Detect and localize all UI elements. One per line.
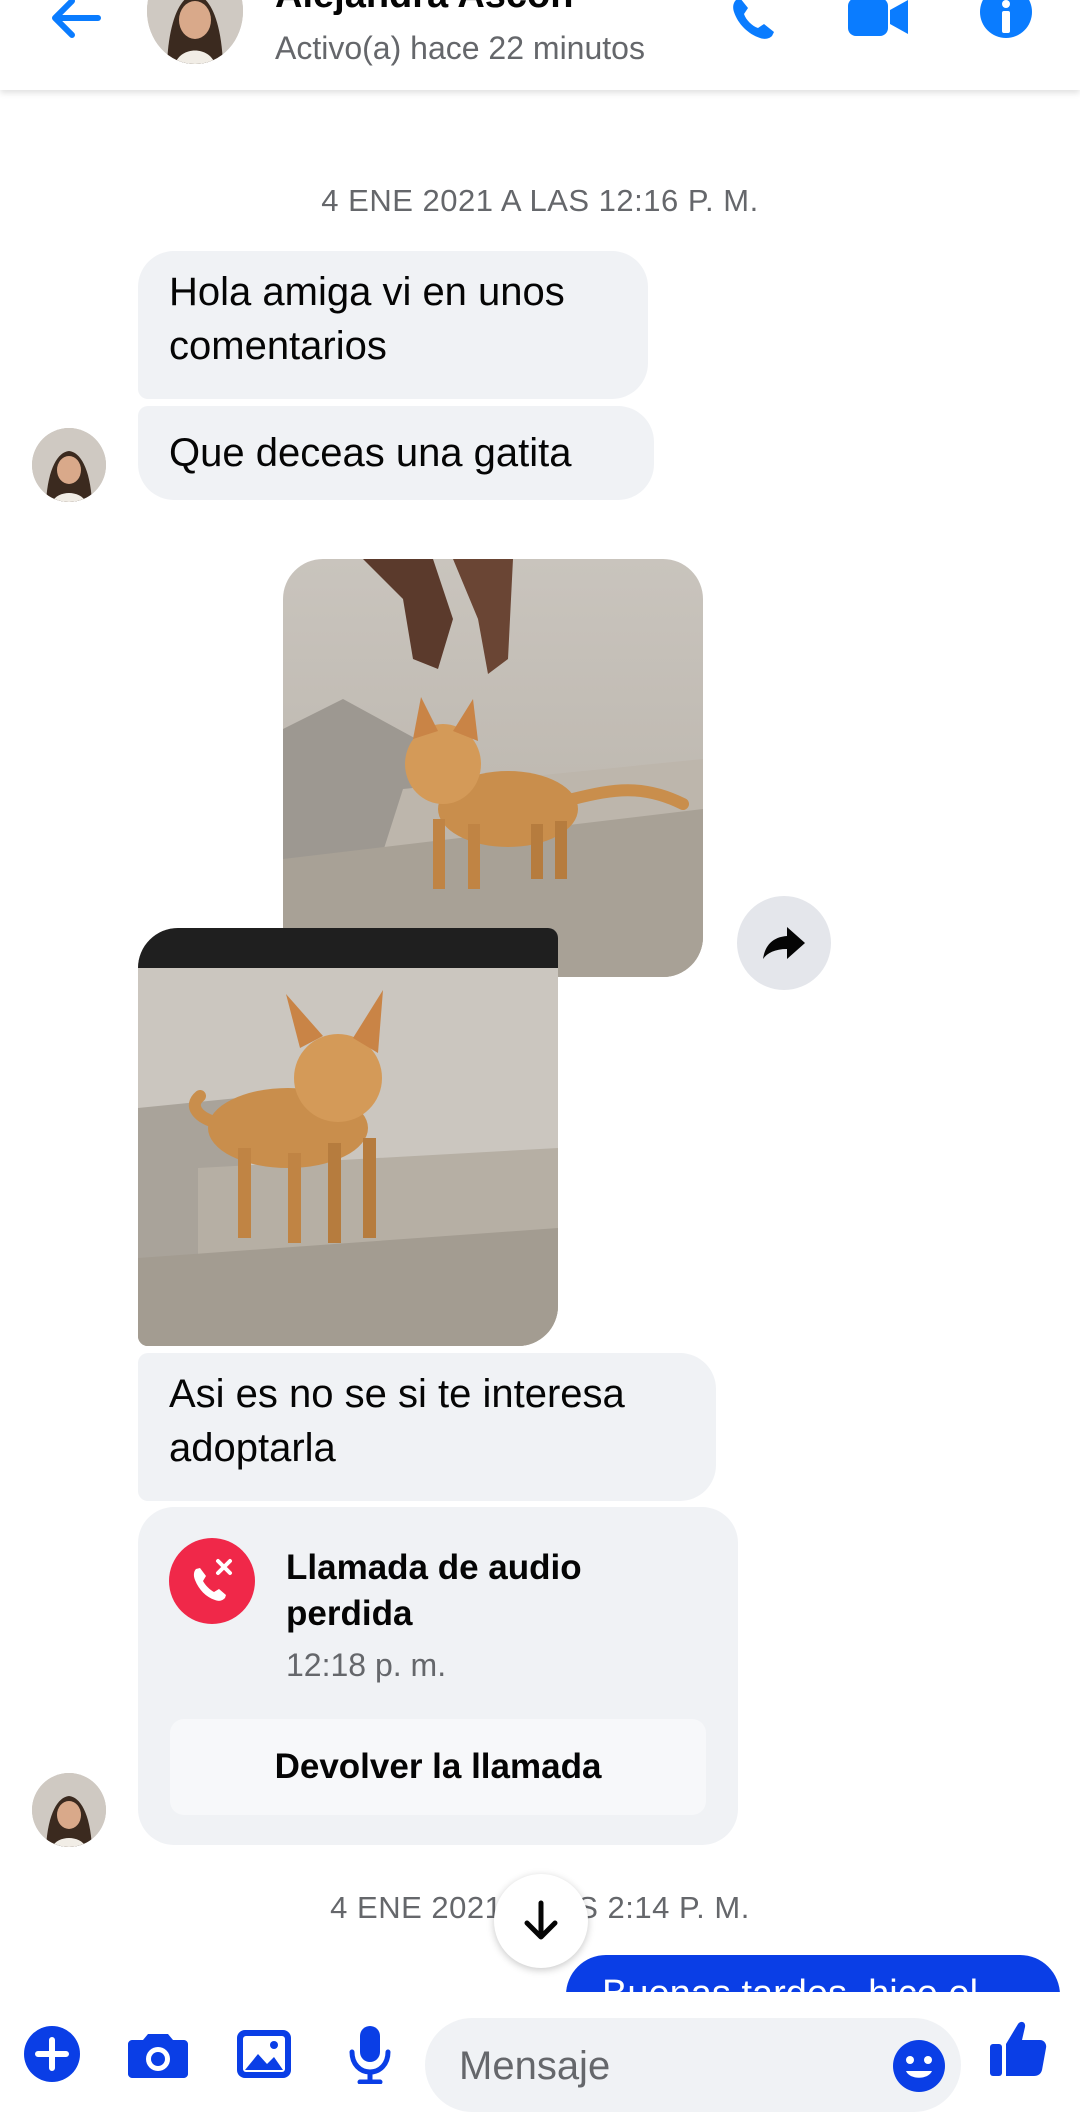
more-actions-button[interactable] xyxy=(20,2022,84,2086)
back-button[interactable] xyxy=(42,0,112,52)
missed-call-icon xyxy=(169,1538,255,1624)
incoming-message[interactable]: Hola amiga vi en unos comentarios xyxy=(138,251,648,399)
kitten-photo[interactable] xyxy=(138,928,558,1346)
call-time: 12:18 p. m. xyxy=(286,1647,447,1683)
info-icon xyxy=(980,0,1032,38)
conversation-timestamp: 4 ENE 2021 A LAS 12:16 P. M. xyxy=(321,183,759,218)
arrow-down-icon xyxy=(524,1900,558,1940)
video-camera-icon xyxy=(848,0,908,36)
gallery-icon xyxy=(237,2030,291,2078)
video-call-button[interactable] xyxy=(846,0,910,50)
call-title: Llamada de audio perdida xyxy=(286,1548,582,1633)
sender-avatar[interactable] xyxy=(32,1773,106,1847)
message-composer xyxy=(0,1992,1080,2114)
contact-status: Activo(a) hace 22 minutos xyxy=(275,30,645,66)
like-button[interactable] xyxy=(986,2016,1050,2080)
voice-message-button[interactable] xyxy=(338,2022,402,2086)
contact-name[interactable]: Alejandra Ascon xyxy=(275,0,573,17)
back-arrow-icon xyxy=(52,0,101,38)
info-button[interactable] xyxy=(974,0,1038,50)
contact-avatar[interactable] xyxy=(147,0,243,64)
emoji-button[interactable] xyxy=(891,2038,947,2094)
share-arrow-icon xyxy=(763,927,805,959)
emoji-icon xyxy=(893,2040,945,2092)
missed-call-card: Llamada de audio perdida 12:18 p. m. Dev… xyxy=(138,1507,738,1845)
camera-button[interactable] xyxy=(126,2022,190,2086)
microphone-icon xyxy=(349,2026,391,2084)
plus-icon xyxy=(24,2026,80,2082)
forward-button[interactable] xyxy=(737,896,831,990)
phone-icon xyxy=(733,0,774,39)
message-input-container xyxy=(425,2018,961,2114)
callback-button[interactable]: Devolver la llamada xyxy=(170,1719,706,1815)
incoming-message[interactable]: Que deceas una gatita xyxy=(138,406,654,500)
kitten-photo[interactable] xyxy=(283,559,703,977)
thumbs-up-icon xyxy=(990,2021,1047,2076)
gallery-button[interactable] xyxy=(232,2022,296,2086)
message-input[interactable] xyxy=(457,2018,861,2114)
audio-call-button[interactable] xyxy=(722,0,786,50)
incoming-message[interactable]: Asi es no se si te interesa adoptarla xyxy=(138,1353,716,1501)
camera-icon xyxy=(128,2034,188,2078)
chat-header: Alejandra Ascon Activo(a) hace 22 minuto… xyxy=(0,0,1080,90)
sender-avatar[interactable] xyxy=(32,428,106,502)
scroll-to-bottom-button[interactable] xyxy=(494,1874,588,1968)
